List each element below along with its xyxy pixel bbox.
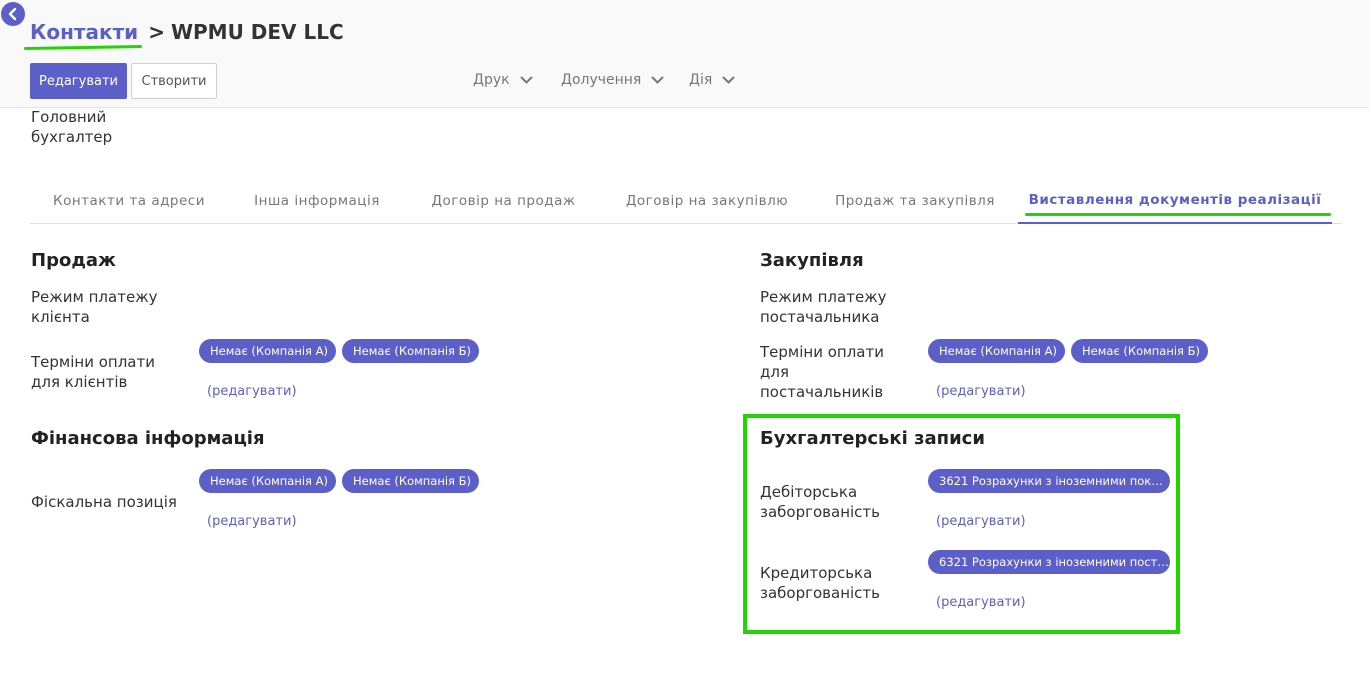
account-payable-label: Кредиторська заборгованість — [760, 563, 880, 603]
label-line: заборгованість — [760, 584, 881, 602]
supplier-payment-terms-label: Терміни оплати для постачальників — [760, 342, 884, 402]
tab-other-info[interactable]: Інша інформація — [228, 178, 406, 224]
supplier-terms-edit-link[interactable]: (редагувати) — [936, 384, 1026, 399]
fiscal-position-company-b-tag[interactable]: Немає (Компанія Б) — [342, 469, 479, 493]
customer-terms-company-a-tag[interactable]: Немає (Компанія А) — [199, 339, 336, 363]
control-panel: Контакти > WPMU DEV LLC Редагувати Створ… — [0, 0, 1369, 108]
print-menu[interactable]: Друк — [473, 72, 533, 88]
fiscal-section-title: Фінансова інформація — [31, 428, 265, 449]
page-title: WPMU DEV LLC — [170, 20, 344, 44]
notebook-tabs: Контакти та адреси Інша інформація Догов… — [30, 178, 1342, 224]
tab-sales-purchase[interactable]: Продаж та закупівля — [813, 178, 1017, 224]
chief-accountant-line1: Головний — [31, 108, 107, 126]
action-menu-label: Дія — [689, 72, 713, 88]
label-line: Кредиторська — [760, 564, 873, 582]
customer-terms-edit-link[interactable]: (редагувати) — [207, 384, 297, 399]
tab-label: Продаж та закупівля — [835, 193, 995, 209]
label-line: заборгованість — [760, 503, 881, 521]
label-line: Режим платежу — [760, 288, 887, 306]
tab-label: Інша інформація — [254, 193, 380, 209]
edit-button[interactable]: Редагувати — [30, 63, 127, 99]
fiscal-position-company-a-tag[interactable]: Немає (Компанія А) — [199, 469, 336, 493]
action-menu[interactable]: Дія — [689, 72, 735, 88]
fiscal-position-label: Фіскальна позиція — [31, 493, 177, 511]
tab-label: Договір на закупівлю — [625, 193, 789, 209]
accounting-section-title: Бухгалтерські записи — [760, 428, 985, 449]
account-receivable-tag[interactable]: 3621 Розрахунки з іноземними пок… — [928, 469, 1170, 493]
breadcrumb-contacts-link[interactable]: Контакти — [30, 20, 138, 44]
chevron-left-icon — [8, 7, 17, 21]
supplier-terms-company-a-tag[interactable]: Немає (Компанія А) — [928, 339, 1065, 363]
tab-contacts-addresses[interactable]: Контакти та адреси — [30, 178, 228, 224]
tab-purchase-contract[interactable]: Договір на закупівлю — [601, 178, 813, 224]
sales-section-title: Продаж — [31, 250, 116, 271]
supplier-payment-mode-label: Режим платежу постачальника — [760, 287, 887, 327]
tab-sales-contract[interactable]: Договір на продаж — [406, 178, 601, 224]
tab-label: Контакти та адреси — [53, 193, 205, 209]
account-receivable-label: Дебіторська заборгованість — [760, 482, 880, 522]
label-line: Терміни оплати — [31, 353, 155, 371]
attachment-menu-label: Долучення — [561, 72, 642, 88]
tab-label: Виставлення документів реалізації — [1024, 192, 1332, 216]
label-line: для клієнтів — [31, 373, 128, 391]
chevron-down-icon — [651, 76, 664, 84]
chief-accountant-label: Головний бухгалтер — [31, 107, 112, 147]
chief-accountant-line2: бухгалтер — [31, 128, 113, 146]
fiscal-position-edit-link[interactable]: (редагувати) — [207, 514, 297, 529]
account-payable-tag[interactable]: 6321 Розрахунки з іноземними пост… — [928, 550, 1170, 574]
customer-payment-mode-label: Режим платежу клієнта — [31, 287, 158, 327]
chevron-down-icon — [722, 76, 735, 84]
label-line: постачальника — [760, 308, 880, 326]
label-line: для — [760, 363, 789, 381]
back-button[interactable] — [1, 2, 25, 26]
label-line: клієнта — [31, 308, 90, 326]
print-menu-label: Друк — [473, 72, 510, 88]
customer-terms-company-b-tag[interactable]: Немає (Компанія Б) — [342, 339, 479, 363]
tab-invoicing[interactable]: Виставлення документів реалізації — [1018, 178, 1332, 224]
supplier-terms-company-b-tag[interactable]: Немає (Компанія Б) — [1071, 339, 1208, 363]
breadcrumb: Контакти > WPMU DEV LLC — [30, 20, 344, 44]
tab-label: Договір на продаж — [431, 193, 576, 209]
label-line: Режим платежу — [31, 288, 158, 306]
purchase-section-title: Закупівля — [760, 250, 864, 271]
chevron-down-icon — [520, 76, 533, 84]
label-line: Терміни оплати — [760, 343, 884, 361]
create-button[interactable]: Створити — [131, 63, 217, 99]
account-receivable-edit-link[interactable]: (редагувати) — [936, 514, 1026, 529]
breadcrumb-separator: > — [148, 20, 165, 44]
label-line: постачальників — [760, 383, 884, 401]
attachment-menu[interactable]: Долучення — [561, 72, 664, 88]
account-payable-edit-link[interactable]: (редагувати) — [936, 595, 1026, 610]
customer-payment-terms-label: Терміни оплати для клієнтів — [31, 352, 155, 392]
label-line: Дебіторська — [760, 483, 858, 501]
